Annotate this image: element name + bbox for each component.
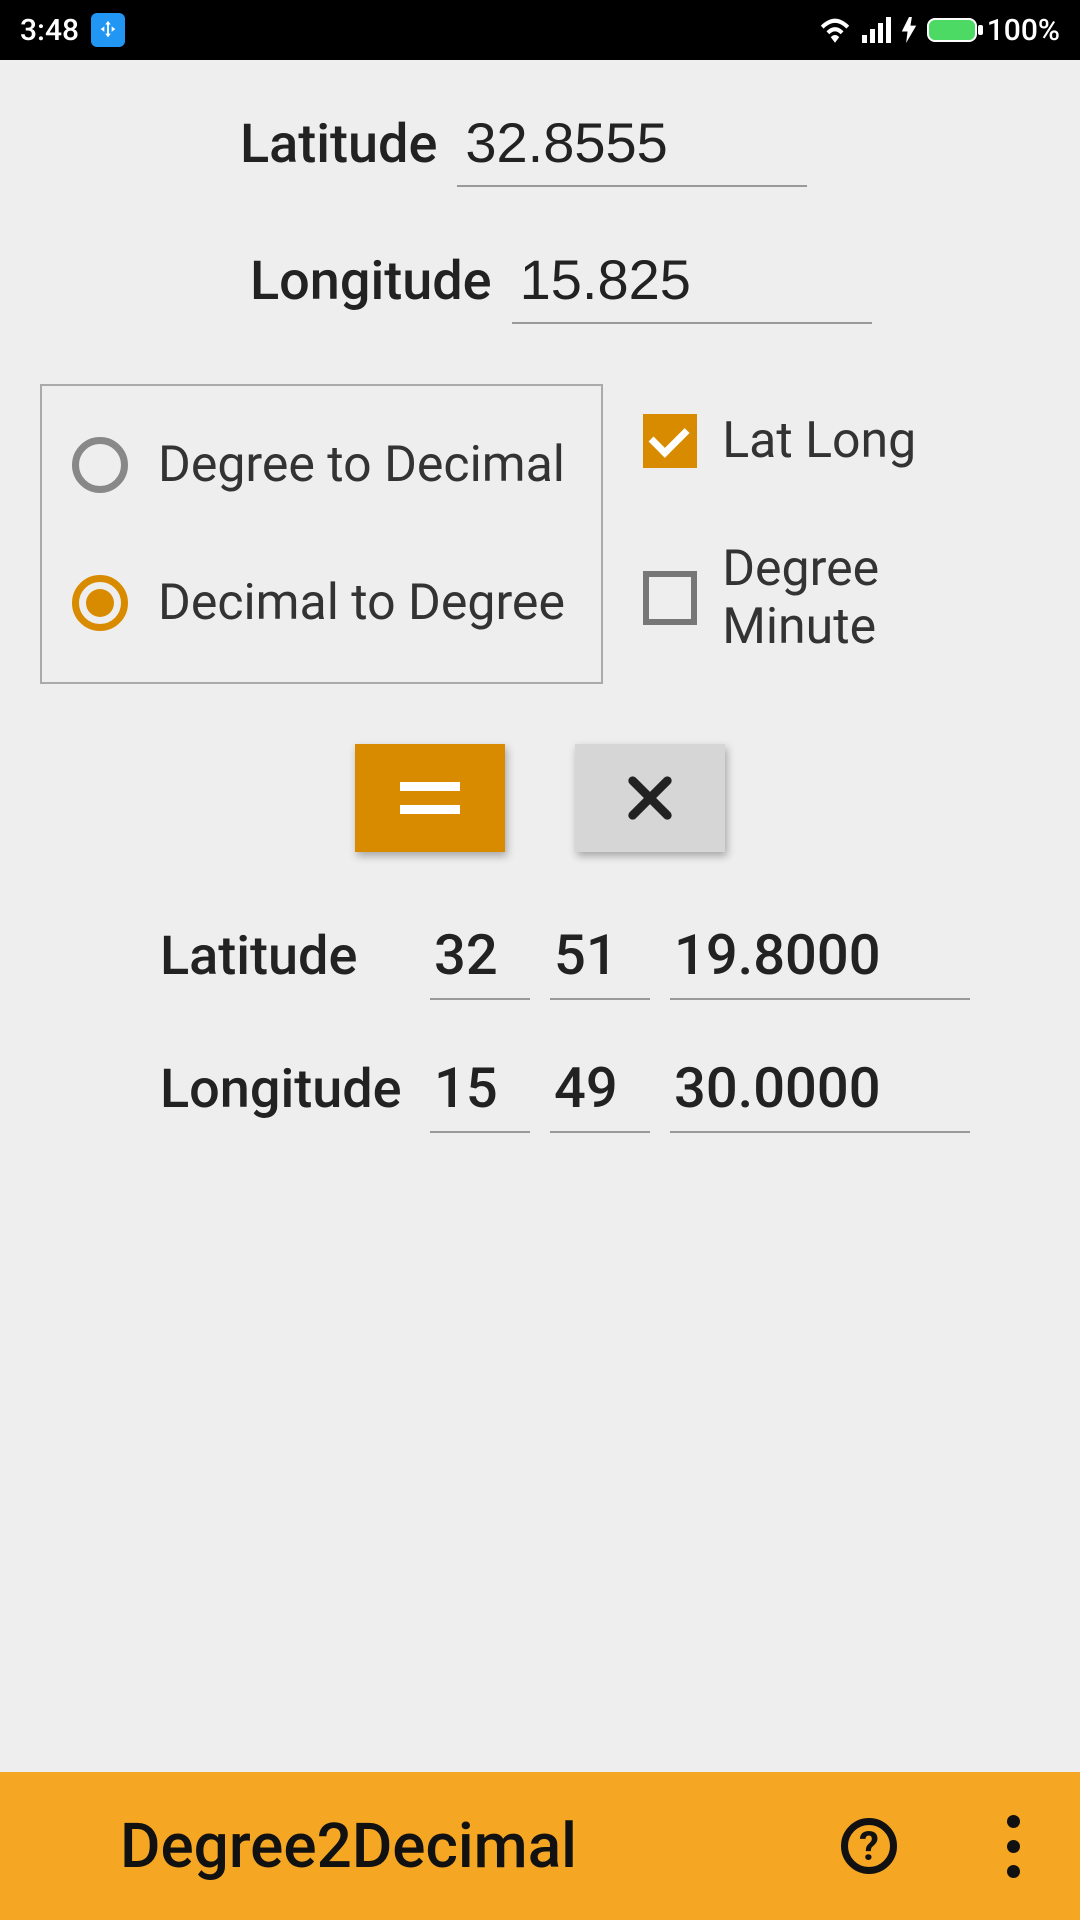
clear-button[interactable] <box>575 744 725 852</box>
status-left: 3:48 <box>20 13 125 48</box>
result-lon-sec: 30.0000 <box>670 1055 970 1133</box>
results-section: Latitude 32 51 19.8000 Longitude 15 49 3… <box>40 922 1040 1133</box>
status-bar: 3:48 100% <box>0 0 1080 60</box>
status-time: 3:48 <box>20 13 79 48</box>
check-label-degmin: Degree Minute <box>722 540 1040 656</box>
battery-icon <box>927 18 977 42</box>
result-lon-label: Longitude <box>160 1058 410 1121</box>
checkbox-checked-icon <box>643 414 697 468</box>
result-lat-min: 51 <box>550 922 650 1000</box>
radio-unchecked-icon <box>72 437 128 493</box>
latitude-input[interactable] <box>457 110 807 187</box>
radio-decimal-to-degree[interactable]: Decimal to Degree <box>72 574 571 632</box>
checkbox-unchecked-icon <box>643 571 697 625</box>
usb-icon <box>91 13 125 47</box>
longitude-input-row: Longitude <box>40 247 1040 324</box>
more-button[interactable] <box>1007 1815 1030 1878</box>
controls-row: Degree to Decimal Decimal to Degree Lat … <box>40 384 1040 684</box>
radio-degree-to-decimal[interactable]: Degree to Decimal <box>72 436 571 494</box>
longitude-label: Longitude <box>250 250 492 313</box>
status-right: 100% <box>818 13 1060 48</box>
result-lat-sec: 19.8000 <box>670 922 970 1000</box>
result-lon-min: 49 <box>550 1055 650 1133</box>
action-buttons <box>40 744 1040 852</box>
radio-label-dec2d: Decimal to Degree <box>158 574 565 632</box>
result-latitude-row: Latitude 32 51 19.8000 <box>160 922 1040 1000</box>
latitude-label: Latitude <box>240 113 437 176</box>
calculate-button[interactable] <box>355 744 505 852</box>
equals-icon <box>400 782 460 814</box>
signal-icon <box>862 17 891 43</box>
conversion-mode-group: Degree to Decimal Decimal to Degree <box>40 384 603 684</box>
bottom-bar: Degree2Decimal ? <box>0 1772 1080 1920</box>
charge-icon <box>901 17 917 43</box>
radio-label-d2dec: Degree to Decimal <box>158 436 565 494</box>
radio-checked-icon <box>72 575 128 631</box>
main-content: Latitude Longitude Degree to Decimal Dec… <box>0 60 1080 1133</box>
check-lat-long[interactable]: Lat Long <box>643 412 1040 470</box>
output-format-group: Lat Long Degree Minute <box>643 384 1040 656</box>
help-button[interactable]: ? <box>841 1818 897 1874</box>
result-lat-label: Latitude <box>160 925 410 988</box>
result-longitude-row: Longitude 15 49 30.0000 <box>160 1055 1040 1133</box>
result-lon-deg: 15 <box>430 1055 530 1133</box>
latitude-input-row: Latitude <box>40 110 1040 187</box>
bottom-actions: ? <box>841 1815 1030 1878</box>
app-title: Degree2Decimal <box>120 1810 577 1883</box>
battery-percent: 100% <box>987 13 1060 48</box>
check-degree-minute[interactable]: Degree Minute <box>643 540 1040 656</box>
check-label-latlong: Lat Long <box>722 412 916 470</box>
wifi-icon <box>818 17 852 43</box>
close-icon <box>624 772 676 824</box>
longitude-input[interactable] <box>512 247 872 324</box>
result-lat-deg: 32 <box>430 922 530 1000</box>
